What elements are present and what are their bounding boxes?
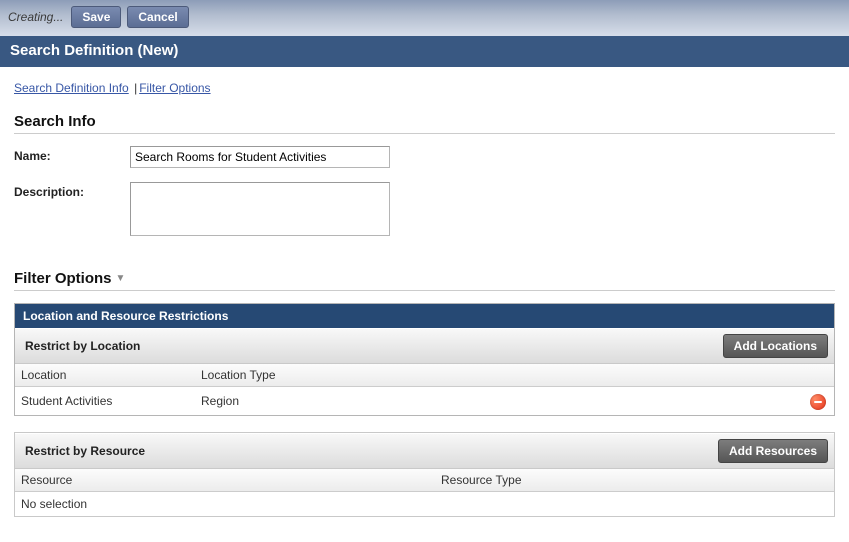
restrictions-panel: Location and Resource Restrictions Restr…	[14, 303, 835, 416]
restrict-by-resource-panel: Restrict by Resource Add Resources Resou…	[14, 432, 835, 517]
locations-table: Location Location Type Student Activitie…	[15, 364, 834, 415]
no-selection-cell: No selection	[15, 492, 834, 517]
add-locations-button[interactable]: Add Locations	[723, 334, 828, 358]
description-input[interactable]	[130, 182, 390, 236]
description-row: Description:	[14, 182, 835, 236]
locations-col-actions	[804, 364, 834, 387]
location-type-cell: Region	[195, 387, 365, 416]
nav-link-filter[interactable]: Filter Options	[139, 81, 210, 95]
name-label: Name:	[14, 146, 130, 168]
resources-col-resource: Resource	[15, 469, 435, 492]
chevron-down-icon: ▼	[116, 273, 126, 284]
name-row: Name:	[14, 146, 835, 168]
restrict-by-resource-title: Restrict by Resource	[25, 444, 145, 458]
section-nav: Search Definition Info |Filter Options	[14, 81, 835, 95]
locations-col-type: Location Type	[195, 364, 365, 387]
search-info-heading: Search Info	[14, 113, 835, 134]
locations-col-spacer	[365, 364, 804, 387]
page-title: Search Definition (New)	[0, 36, 849, 67]
restrict-by-resource-header: Restrict by Resource Add Resources	[15, 433, 834, 469]
restrict-by-location-panel: Restrict by Location Add Locations Locat…	[15, 328, 834, 415]
restrict-by-location-header: Restrict by Location Add Locations	[15, 328, 834, 364]
table-row: Student Activities Region	[15, 387, 834, 416]
resources-col-actions	[804, 469, 834, 492]
add-resources-button[interactable]: Add Resources	[718, 439, 828, 463]
restrict-by-location-title: Restrict by Location	[25, 339, 140, 353]
description-label: Description:	[14, 182, 130, 236]
location-cell: Student Activities	[15, 387, 195, 416]
cancel-button[interactable]: Cancel	[127, 6, 188, 28]
save-button[interactable]: Save	[71, 6, 121, 28]
restrictions-panel-title: Location and Resource Restrictions	[15, 304, 834, 328]
resources-table: Resource Resource Type No selection	[15, 469, 834, 516]
top-toolbar: Creating... Save Cancel	[0, 0, 849, 36]
search-info-heading-text: Search Info	[14, 113, 96, 130]
resources-col-type: Resource Type	[435, 469, 804, 492]
filter-options-heading[interactable]: Filter Options ▼	[14, 270, 835, 291]
table-row: No selection	[15, 492, 834, 517]
locations-col-location: Location	[15, 364, 195, 387]
filter-options-heading-text: Filter Options	[14, 270, 112, 287]
nav-link-info[interactable]: Search Definition Info	[14, 81, 129, 95]
status-text: Creating...	[8, 10, 63, 24]
name-input[interactable]	[130, 146, 390, 168]
remove-icon[interactable]	[810, 394, 826, 410]
